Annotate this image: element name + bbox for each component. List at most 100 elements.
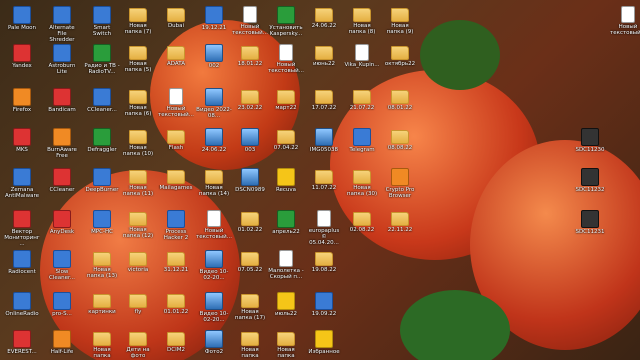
desktop-icon[interactable]: Recuva: [268, 168, 304, 208]
desktop-icon[interactable]: 002: [196, 44, 232, 84]
desktop-icon[interactable]: картинки: [84, 292, 120, 332]
desktop-icon[interactable]: Новая папка (12): [120, 210, 156, 250]
desktop-icon[interactable]: MPC-HC: [84, 210, 120, 250]
desktop-icon[interactable]: Новый текстовый...: [196, 210, 232, 250]
desktop-icon[interactable]: 07.05.22: [232, 250, 268, 290]
desktop-icon[interactable]: DeepBurner: [84, 168, 120, 208]
desktop-icon[interactable]: Дети на фото: [120, 330, 156, 360]
desktop-icon[interactable]: Bandicam: [44, 88, 80, 128]
desktop-icon[interactable]: Smart Switch: [84, 6, 120, 46]
desktop-icon[interactable]: Новый текстовый...: [232, 6, 268, 46]
desktop-icon[interactable]: Alternate File Shredder: [44, 6, 80, 46]
desktop-icon[interactable]: Фото2: [196, 330, 232, 360]
desktop-icon[interactable]: 08.08.22: [382, 128, 418, 168]
desktop-icon-label: europaplus © 05.04.20...: [308, 228, 340, 246]
desktop-icon[interactable]: IMG05038: [306, 128, 342, 168]
desktop-icon[interactable]: EVEREST...: [4, 330, 40, 360]
desktop-icon[interactable]: 31.12.21: [158, 250, 194, 290]
desktop-icon[interactable]: Малолетка - Скорый п...: [268, 250, 304, 290]
desktop-icon[interactable]: Dubai: [158, 6, 194, 46]
desktop-icon[interactable]: 01.01.22: [158, 292, 194, 332]
desktop-icon[interactable]: SDC11232: [572, 168, 608, 208]
desktop-icon[interactable]: Defraggler: [84, 128, 120, 168]
desktop-icon[interactable]: Flash: [158, 128, 194, 168]
desktop-icon[interactable]: Yandex: [4, 44, 40, 84]
desktop-icon[interactable]: Видео 10-02-20...: [196, 292, 232, 332]
desktop-icon[interactable]: 19.09.22: [306, 292, 342, 332]
desktop-icon[interactable]: Новая папка (30): [344, 168, 380, 208]
desktop-icon[interactable]: Новый текстовый...: [158, 88, 194, 128]
desktop-icon[interactable]: Новая папка (11): [120, 168, 156, 208]
desktop-icon[interactable]: Новая папка (10): [120, 128, 156, 168]
desktop-icon[interactable]: fly: [120, 292, 156, 332]
desktop-icon[interactable]: Новая папка (14): [196, 168, 232, 208]
desktop-icon[interactable]: 24.06.22: [196, 128, 232, 168]
desktop-icon[interactable]: 19.08.22: [306, 250, 342, 290]
desktop-icon[interactable]: AnyDesk: [44, 210, 80, 250]
desktop-icon[interactable]: 17.07.22: [306, 88, 342, 128]
desktop-icon[interactable]: MKS: [4, 128, 40, 168]
desktop-icon[interactable]: europaplus © 05.04.20...: [306, 210, 342, 250]
desktop-icon[interactable]: Telegram: [344, 128, 380, 168]
desktop-icon[interactable]: Новая папка: [232, 330, 268, 360]
desktop-icon[interactable]: SDC11231: [572, 210, 608, 250]
desktop-icon[interactable]: Vika_Kupin...: [344, 44, 380, 84]
desktop-icon[interactable]: Новая папка (13): [84, 250, 120, 290]
desktop-icon[interactable]: BurnAware Free: [44, 128, 80, 168]
desktop-icon[interactable]: DSCN0989: [232, 168, 268, 208]
desktop-icon[interactable]: 19.12.21: [196, 6, 232, 46]
desktop-icon[interactable]: Новая папка (17): [232, 292, 268, 332]
desktop-icon[interactable]: SDC11230: [572, 128, 608, 168]
desktop-icon[interactable]: OnlineRadio: [4, 292, 40, 332]
desktop-icon[interactable]: Mailagames: [158, 168, 194, 208]
desktop-icon[interactable]: Избранное: [306, 330, 342, 360]
desktop-icon[interactable]: 02.08.22: [344, 210, 380, 250]
desktop-icon[interactable]: Новая папка: [84, 330, 120, 360]
desktop-icon[interactable]: Pale Moon: [4, 6, 40, 46]
desktop-icon[interactable]: Half-Life: [44, 330, 80, 360]
desktop-icon[interactable]: 003: [232, 128, 268, 168]
desktop-icon[interactable]: Новая папка (5): [120, 44, 156, 84]
desktop-icon[interactable]: 01.02.22: [232, 210, 268, 250]
desktop-icon[interactable]: 21.07.22: [344, 88, 380, 128]
desktop-icon[interactable]: июнь22: [306, 44, 342, 84]
desktop-icon[interactable]: июль22: [268, 292, 304, 332]
desktop-icon[interactable]: Видео 2022-08...: [196, 88, 232, 128]
desktop-icon[interactable]: 22.11.22: [382, 210, 418, 250]
desktop-icon[interactable]: Установить Kaspersky...: [268, 6, 304, 46]
desktop-icon[interactable]: 11.07.22: [306, 168, 342, 208]
desktop-icon[interactable]: victoria: [120, 250, 156, 290]
desktop-icon[interactable]: Slow Cleaner...: [44, 250, 80, 290]
desktop-icon[interactable]: Новая папка: [268, 330, 304, 360]
desktop-icon[interactable]: март22: [268, 88, 304, 128]
desktop-icon[interactable]: 23.02.22: [232, 88, 268, 128]
desktop-icon[interactable]: Zemana AntiMalware: [4, 168, 40, 208]
desktop-icon[interactable]: CCleaner...: [84, 88, 120, 128]
folder-icon: [205, 170, 223, 184]
desktop-icon[interactable]: 18.01.22: [232, 44, 268, 84]
desktop-icon[interactable]: апрель22: [268, 210, 304, 250]
desktop-icon[interactable]: ADATA: [158, 44, 194, 84]
desktop-icon[interactable]: Crypto Pro Browser: [382, 168, 418, 208]
desktop-icon[interactable]: Новая папка (7): [120, 6, 156, 46]
desktop-icon[interactable]: 07.04.22: [268, 128, 304, 168]
desktop-icon[interactable]: Новая папка (8): [344, 6, 380, 46]
desktop-icon[interactable]: Радио и ТВ - RadioTV...: [84, 44, 120, 84]
desktop-icon[interactable]: Новая папка (6): [120, 88, 156, 128]
desktop-icon[interactable]: CCleaner: [44, 168, 80, 208]
desktop-icon[interactable]: Firefox: [4, 88, 40, 128]
desktop-icon[interactable]: октябрь22: [382, 44, 418, 84]
desktop-icon[interactable]: Process Hacker 2: [158, 210, 194, 250]
desktop-icon[interactable]: Новый текстовый...: [268, 44, 304, 84]
desktop-icon[interactable]: Новая папка (9): [382, 6, 418, 46]
desktop-icon[interactable]: DCIM2: [158, 330, 194, 360]
desktop-icon[interactable]: Новый текстовый...: [610, 6, 640, 46]
desktop-icon[interactable]: Вектор Мониторинг...: [4, 210, 40, 250]
desktop-icon[interactable]: 08.01.22: [382, 88, 418, 128]
desktop-icon[interactable]: Видео 10-02-20...: [196, 250, 232, 290]
desktop-icon[interactable]: pro-S...: [44, 292, 80, 332]
desktop-icon[interactable]: Astroburn Lite: [44, 44, 80, 84]
text-file-icon: [169, 88, 183, 105]
desktop-icon[interactable]: 24.06.22: [306, 6, 342, 46]
desktop-icon[interactable]: Radiocent: [4, 250, 40, 290]
